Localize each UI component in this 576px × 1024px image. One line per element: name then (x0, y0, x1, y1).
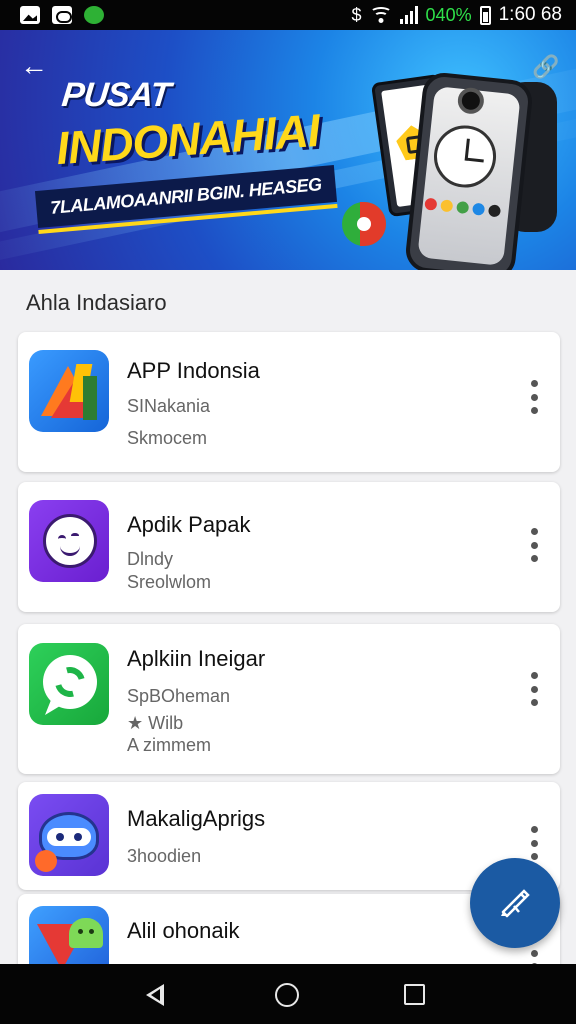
app-name: Alil ohonaik (127, 918, 240, 943)
app-developer: SpBOheman (127, 686, 231, 706)
edit-pencil-icon (501, 889, 530, 918)
status-time: 1:60 68 (498, 4, 562, 25)
app-card[interactable]: Aplkiin Ineigar SpBOheman ★ Wilb A zimme… (18, 624, 560, 774)
app-name: Aplkiin Ineigar (127, 646, 266, 671)
app-developer: Dlndy (127, 549, 174, 569)
banner-title-small: PUSAT (60, 76, 172, 114)
app-developer: 3hoodien (127, 846, 202, 866)
navigation-bar (0, 964, 576, 1024)
app-category: Skmocem (127, 428, 208, 448)
app-name: APP Indonsia (127, 358, 260, 383)
edit-fab-button[interactable] (470, 858, 560, 948)
hero-banner: ← 🔗 PUSAT INDONAHIAI 7LALAMOAANRII BGIN.… (0, 30, 576, 270)
section-title: Ahla Indasiaro (26, 290, 167, 315)
smartwatch-illustration (403, 70, 535, 270)
data-saver-icon: $ (351, 4, 362, 25)
gallery-notification-icon (20, 6, 40, 24)
nav-recents-icon[interactable] (404, 984, 425, 1005)
battery-percent: 040% (425, 4, 472, 25)
more-options-icon[interactable] (528, 672, 540, 706)
app-name: Apdik Papak (127, 512, 251, 537)
colorful-a-icon[interactable] (29, 350, 109, 432)
wifi-icon (369, 7, 392, 23)
nav-home-icon[interactable] (275, 983, 299, 1007)
app-card[interactable]: APP Indonsia SINakania Skmocem (18, 332, 560, 472)
signal-icon (399, 6, 418, 24)
more-options-icon[interactable] (528, 528, 540, 562)
cloud-notification-icon (52, 6, 72, 24)
app-logo-icon (342, 202, 386, 246)
back-arrow-icon[interactable]: ← (20, 52, 50, 82)
app-category: Sreolwlom (127, 572, 212, 592)
app-rating: ★ Wilb (127, 713, 184, 733)
app-notification-icon (84, 6, 104, 24)
app-category: A zimmem (127, 735, 212, 755)
app-card[interactable]: Apdik Papak Dlndy Sreolwlom (18, 482, 560, 612)
app-card[interactable]: MakaligAprigs 3hoodien (18, 782, 560, 890)
battery-icon (479, 5, 491, 25)
more-options-icon[interactable] (528, 826, 540, 860)
status-bar: $ 040% 1:60 68 (0, 0, 576, 30)
more-options-icon[interactable] (528, 380, 540, 414)
link-icon[interactable]: 🔗 (532, 54, 559, 80)
app-developer: SINakania (127, 396, 211, 416)
green-chat-icon[interactable] (29, 643, 109, 725)
smiley-face-icon[interactable] (29, 500, 109, 582)
robot-icon[interactable] (29, 794, 109, 876)
app-name: MakaligAprigs (127, 806, 266, 831)
nav-back-icon[interactable] (146, 984, 164, 1006)
